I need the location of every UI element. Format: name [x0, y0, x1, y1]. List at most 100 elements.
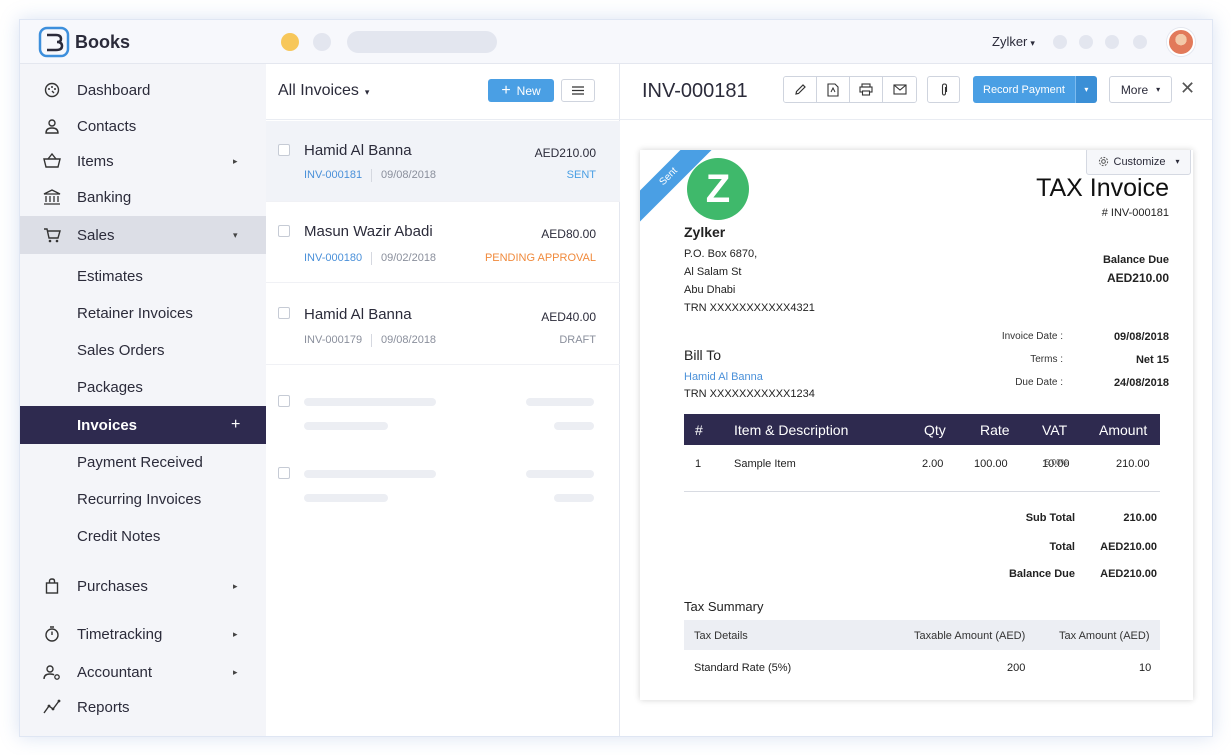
sidebar-item-items[interactable]: Items ▸ — [20, 142, 266, 180]
row-checkbox[interactable] — [278, 225, 290, 237]
invoice-date: 09/08/2018 — [381, 169, 437, 181]
sidebar-item-contacts[interactable]: Contacts — [20, 107, 266, 145]
list-view-selector[interactable]: All Invoices ▾ — [278, 82, 369, 100]
search-placeholder-bar[interactable] — [347, 31, 497, 53]
print-button[interactable] — [850, 77, 883, 102]
invoice-number: INV-000179 — [304, 334, 363, 346]
row-checkbox[interactable] — [278, 307, 290, 319]
new-invoice-button[interactable]: + New — [488, 79, 554, 102]
table-row[interactable]: Hamid Al Banna AED210.00 INV-000181 09/0… — [266, 121, 620, 202]
bill-to-customer-link[interactable]: Hamid Al Banna — [684, 371, 763, 383]
address-line: Al Salam St — [684, 266, 742, 278]
books-logo-icon[interactable] — [38, 26, 70, 58]
edit-button[interactable] — [784, 77, 817, 102]
sidebar-item-estimates[interactable]: Estimates — [20, 257, 266, 295]
app-window: Books Zylker ▾ Dashboard Contacts Items ▸… — [19, 19, 1213, 737]
more-button[interactable]: More ▾ — [1109, 76, 1172, 103]
invoice-amount: AED80.00 — [541, 227, 596, 241]
column-header: Tax Amount (AED) — [1059, 630, 1150, 642]
invoice-number: INV-000181 — [304, 169, 363, 181]
bank-icon — [43, 188, 61, 206]
invoice-date-label: Invoice Date : — [1001, 331, 1063, 342]
tax-amount: 10 — [1139, 662, 1152, 674]
sidebar-item-label: Dashboard — [77, 81, 151, 99]
chevron-right-icon: ▸ — [233, 666, 238, 677]
list-header: All Invoices ▾ + New — [266, 64, 620, 120]
loading-placeholder — [526, 470, 594, 478]
sidebar-item-purchases[interactable]: Purchases ▸ — [20, 567, 266, 605]
divider — [371, 252, 372, 265]
org-switcher[interactable]: Zylker ▾ — [992, 34, 1035, 49]
invoice-date-value: 09/08/2018 — [1113, 331, 1169, 343]
sidebar-item-label: Credit Notes — [77, 527, 161, 545]
attach-button[interactable] — [927, 76, 960, 103]
item-amount: 210.00 — [1116, 458, 1150, 470]
sidebar-item-recurring-invoices[interactable]: Recurring Invoices — [20, 480, 266, 518]
sidebar-item-label: Invoices — [77, 416, 138, 434]
sidebar-item-timetracking[interactable]: Timetracking ▸ — [20, 615, 266, 653]
add-invoice-icon[interactable]: + — [231, 416, 240, 434]
record-payment-button[interactable]: Record Payment — [973, 76, 1075, 103]
column-header: Rate — [980, 422, 1010, 438]
pencil-icon — [794, 84, 806, 95]
tax-details: Standard Rate (5%) — [694, 662, 792, 674]
customer-name: Masun Wazir Abadi — [304, 223, 433, 240]
balance-due-label: Balance Due — [1008, 568, 1075, 580]
sidebar-item-label: Sales Orders — [77, 341, 165, 359]
divider — [371, 334, 372, 347]
row-checkbox — [278, 467, 290, 479]
sidebar-item-label: Payment Received — [77, 453, 203, 471]
email-button[interactable] — [883, 77, 916, 102]
table-row[interactable]: Hamid Al Banna AED40.00 INV-000179 09/08… — [266, 284, 620, 365]
sidebar-item-label: Estimates — [77, 267, 143, 285]
sidebar-item-dashboard[interactable]: Dashboard — [20, 71, 266, 109]
avatar[interactable] — [1167, 28, 1195, 56]
placeholder-dot[interactable] — [1105, 35, 1119, 49]
column-header: Amount — [1099, 422, 1148, 438]
sidebar-item-label: Accountant — [77, 663, 153, 681]
column-header: Taxable Amount (AED) — [914, 630, 1026, 642]
record-payment-dropdown[interactable]: ▾ — [1074, 76, 1097, 103]
sidebar: Dashboard Contacts Items ▸ Banking Sales… — [20, 64, 266, 736]
table-row[interactable]: Masun Wazir Abadi AED80.00 INV-000180 09… — [266, 202, 620, 283]
loading-placeholder — [304, 470, 436, 478]
sidebar-item-accountant[interactable]: Accountant ▸ — [20, 653, 266, 691]
sidebar-item-invoices[interactable]: Invoices + — [20, 406, 266, 444]
balance-due-value: AED210.00 — [1100, 568, 1157, 580]
customize-button[interactable]: Customize ▾ — [1086, 150, 1191, 175]
placeholder-dot[interactable] — [1079, 35, 1093, 49]
column-header: # — [695, 422, 703, 438]
chevron-down-icon: ▾ — [1084, 85, 1089, 94]
sidebar-item-payment-received[interactable]: Payment Received — [20, 443, 266, 481]
detail-header: INV-000181 Record Payment ▾ More ▾ ✕ — [620, 64, 1212, 120]
sidebar-item-credit-notes[interactable]: Credit Notes — [20, 517, 266, 555]
org-name: Zylker — [992, 34, 1028, 49]
chevron-right-icon: ▸ — [233, 628, 238, 639]
items-table-header: # Item & Description Qty Rate VAT Amount — [684, 414, 1160, 445]
plus-icon: + — [501, 81, 511, 99]
sidebar-item-sales[interactable]: Sales ▾ — [20, 216, 266, 254]
loading-placeholder — [304, 494, 388, 502]
placeholder-dot[interactable] — [1133, 35, 1147, 49]
sidebar-item-sales-orders[interactable]: Sales Orders — [20, 331, 266, 369]
close-icon[interactable]: ✕ — [1180, 78, 1195, 99]
invoice-detail-panel: INV-000181 Record Payment ▾ More ▾ ✕ Sent… — [620, 64, 1212, 736]
list-menu-button[interactable] — [561, 79, 595, 102]
terms-value: Net 15 — [1135, 354, 1169, 366]
sidebar-item-banking[interactable]: Banking — [20, 178, 266, 216]
customer-name: Hamid Al Banna — [304, 306, 412, 323]
sidebar-item-retainer-invoices[interactable]: Retainer Invoices — [20, 294, 266, 332]
sidebar-item-packages[interactable]: Packages — [20, 368, 266, 406]
status-badge: PENDING APPROVAL — [484, 252, 596, 264]
pdf-button[interactable] — [817, 77, 850, 102]
status-dot — [281, 33, 299, 51]
user-icon — [43, 117, 61, 135]
loading-placeholder — [304, 422, 388, 430]
sidebar-item-reports[interactable]: Reports — [20, 688, 266, 726]
placeholder-dot[interactable] — [1053, 35, 1067, 49]
document-title: TAX Invoice — [1036, 174, 1169, 202]
top-bar: Books Zylker ▾ — [20, 20, 1212, 64]
row-checkbox[interactable] — [278, 144, 290, 156]
chevron-down-icon: ▾ — [364, 87, 370, 97]
invoice-number: INV-000180 — [304, 252, 363, 264]
